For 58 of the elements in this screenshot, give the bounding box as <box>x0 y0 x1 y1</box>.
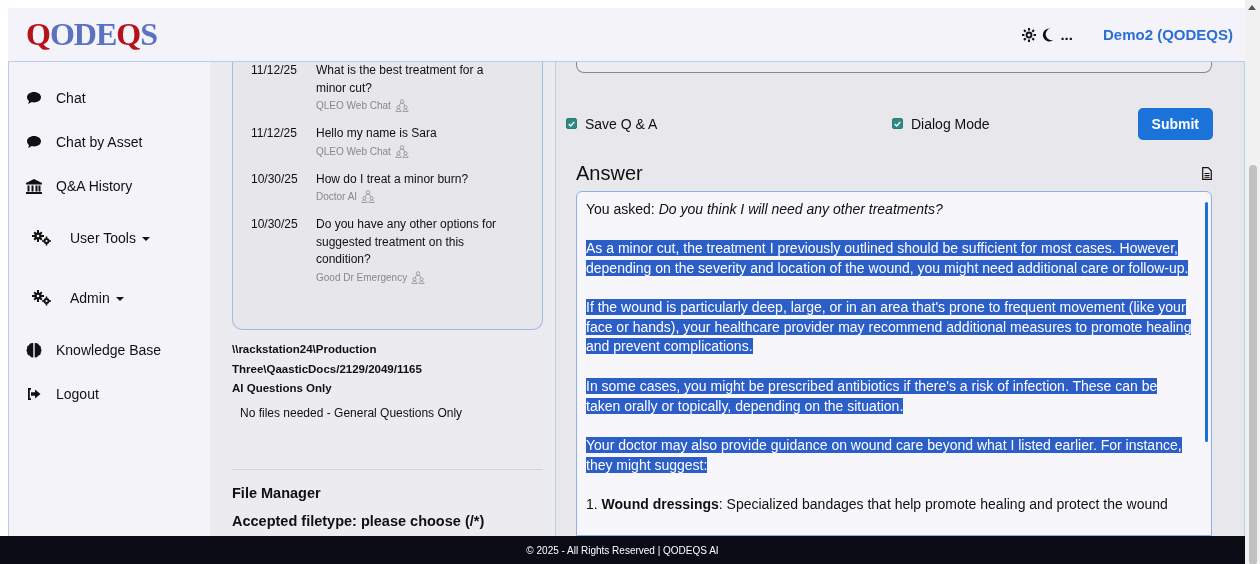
submit-button[interactable]: Submit <box>1137 107 1213 140</box>
filetype-label: Accepted filetype: please choose (/*) <box>232 512 486 529</box>
people-icon <box>411 270 426 284</box>
sidebar-item[interactable]: Q&A History <box>9 164 210 208</box>
answer-paragraph: In some cases, you might be prescribed antibiotics if there's a risk of infection. These can be taken orally or topically, depending on the situation. <box>586 376 1159 416</box>
section-title: File Manager <box>232 484 322 501</box>
option-checkbox[interactable]: Dialog Mode <box>892 115 990 132</box>
history-source: Doctor AI <box>316 191 358 202</box>
sidebar-item[interactable]: Chat by Asset <box>9 120 210 164</box>
chat-bubble-icon <box>26 135 42 149</box>
sidebar-item[interactable]: Chat <box>9 76 210 120</box>
history-question[interactable]: How do I treat a minor burn? <box>316 170 469 188</box>
sidebar-item[interactable]: Knowledge Base <box>9 328 210 372</box>
user-link[interactable]: Demo2 (QODEQS) <box>1102 26 1233 43</box>
gears-icon <box>32 290 52 306</box>
bank-icon <box>26 178 42 194</box>
history-question[interactable]: Hello my name is Sara <box>316 125 437 143</box>
people-icon <box>361 190 376 203</box>
sun-icon[interactable] <box>1022 27 1037 42</box>
option-checkbox[interactable]: Save Q & A <box>566 115 892 132</box>
people-icon <box>394 144 409 158</box>
caret-icon <box>141 237 150 242</box>
checkmark-icon <box>568 120 575 127</box>
more-menu[interactable]: ... <box>1060 26 1073 43</box>
answer-title: Answer <box>576 161 643 185</box>
brain-icon <box>26 342 42 358</box>
checkmark-icon <box>894 120 901 127</box>
history-date: 11/12/25 <box>251 62 298 79</box>
people-icon <box>394 99 409 112</box>
history-question[interactable]: Do you have any other options for suggested treatment on this condition? <box>316 216 506 269</box>
chat-bubble-icon <box>26 91 42 105</box>
history-source: QLEO Web Chat <box>316 100 391 111</box>
folder-path: \\rackstation24\Production <box>232 342 378 357</box>
history-question[interactable]: What is the best treatment for a minor cut? <box>316 62 506 97</box>
document-icon[interactable] <box>1202 166 1212 180</box>
copyright-text: © 2025 - All Rights Reserved | QODEQS AI <box>526 544 719 556</box>
folder-path: Three\QaasticDocs/2129/2049/1165 <box>232 361 423 377</box>
answer-paragraph: If the wound is particularly deep, large, or in an area that's prone to frequent movement (like your face or hands), your healthcare provider may recommend additional measures to promote healing and prevent complications. <box>586 298 1193 357</box>
gears-icon <box>32 230 52 246</box>
history-source: QLEO Web Chat <box>316 145 391 157</box>
logout-icon <box>26 387 42 401</box>
asked-text: You asked: Do you think I will need any other treatments? <box>586 199 944 219</box>
history-date: 11/12/25 <box>251 125 298 142</box>
question-field[interactable] <box>576 62 1212 73</box>
history-date: 10/30/25 <box>251 216 299 233</box>
logo: QODEQS <box>26 16 157 53</box>
caret-icon <box>115 297 124 302</box>
sidebar-item[interactable]: Logout <box>9 372 210 416</box>
history-date: 10/30/25 <box>251 170 299 188</box>
answer-paragraph: Your doctor may also provide guidance on wound care beyond what I listed earlier. For instance, they might suggest: <box>586 435 1183 475</box>
answer-paragraph: As a minor cut, the treatment I previously outlined should be sufficient for most cases. However, depending on the severity and location of the wound, you might need additional care or follow-up. <box>586 238 1190 278</box>
moon-icon[interactable] <box>1042 27 1055 42</box>
files-note: No files needed - General Questions Only <box>240 405 464 420</box>
sidebar-dropdown[interactable]: Admin <box>9 268 210 328</box>
mode-label: AI Questions Only <box>232 381 333 396</box>
history-source: Good Dr Emergency <box>316 271 408 283</box>
sidebar-dropdown[interactable]: User Tools <box>9 208 210 268</box>
answer-paragraph: 1. Wound dressings: Specialized bandages that help promote healing and protect the wound <box>586 495 1169 514</box>
